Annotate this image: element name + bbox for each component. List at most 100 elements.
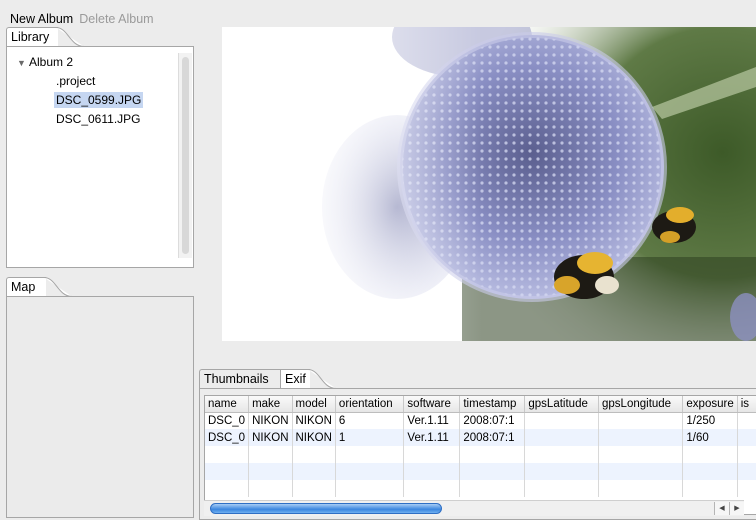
column-header[interactable]: name — [205, 396, 250, 413]
table-row[interactable]: DSC_0 NIKON NIKON 1 Ver.1.11 2008:07:1 1/60 — [205, 429, 756, 446]
horizontal-scrollbar[interactable]: ◀ ▶ — [204, 500, 744, 516]
table-cell — [682, 480, 738, 497]
table-cell — [737, 429, 756, 446]
delete-album-button[interactable]: Delete Album — [79, 12, 153, 26]
column-header[interactable]: gpsLatitude — [524, 396, 600, 413]
table-row[interactable] — [205, 463, 756, 480]
exif-table: name make model orientation software tim… — [205, 396, 756, 497]
column-header[interactable]: exposure — [682, 396, 738, 413]
photo-preview — [222, 27, 756, 341]
scroll-right-icon[interactable]: ▶ — [729, 502, 744, 515]
table-cell — [598, 412, 684, 429]
tree-item-album[interactable]: ▼ Album 2 — [7, 53, 177, 72]
table-cell — [682, 446, 738, 463]
table-cell: Ver.1.11 — [403, 412, 461, 429]
table-row[interactable] — [205, 480, 756, 497]
table-cell: NIKON — [248, 412, 293, 429]
table-cell — [403, 480, 461, 497]
library-tree: ▼ Album 2 .project DSC_0599.JPG DSC_0611.… — [7, 53, 177, 129]
exif-panel: name make model orientation software tim… — [199, 388, 756, 520]
tab-curve — [56, 27, 85, 47]
table-cell: Ver.1.11 — [403, 429, 461, 446]
table-cell — [403, 463, 461, 480]
scroll-left-icon[interactable]: ◀ — [714, 502, 729, 515]
table-header-row: name make model orientation software tim… — [205, 396, 756, 413]
table-cell — [335, 480, 405, 497]
table-cell — [524, 446, 600, 463]
tab-curve — [44, 277, 73, 297]
column-header[interactable]: gpsLongitude — [598, 396, 684, 413]
table-cell: 1/250 — [682, 412, 738, 429]
table-cell: 1/60 — [682, 429, 738, 446]
scrollbar-thumb[interactable] — [182, 57, 189, 254]
column-header[interactable]: is — [737, 396, 756, 413]
table-cell: DSC_0 — [205, 429, 250, 446]
library-vertical-scrollbar[interactable] — [178, 53, 192, 258]
disclosure-triangle-icon[interactable]: ▼ — [17, 54, 29, 73]
file-label: DSC_0599.JPG — [54, 92, 144, 108]
table-cell — [205, 463, 250, 480]
map-view[interactable] — [7, 297, 193, 517]
file-label: DSC_0611.JPG — [56, 112, 141, 126]
table-cell — [292, 446, 336, 463]
new-album-button[interactable]: New Album — [10, 12, 73, 26]
file-label: .project — [56, 74, 96, 88]
table-cell — [335, 463, 405, 480]
table-cell — [682, 463, 738, 480]
table-cell — [292, 480, 336, 497]
map-panel — [6, 296, 194, 518]
table-cell — [737, 446, 756, 463]
column-header[interactable]: timestamp — [459, 396, 526, 413]
table-cell — [598, 480, 684, 497]
table-cell — [598, 429, 684, 446]
table-cell — [292, 463, 336, 480]
column-header[interactable]: orientation — [335, 396, 405, 413]
column-header[interactable]: model — [292, 396, 336, 413]
scrollbar-thumb[interactable] — [210, 503, 442, 514]
table-cell: 2008:07:1 — [459, 429, 526, 446]
column-header[interactable]: software — [403, 396, 461, 413]
table-cell — [248, 446, 293, 463]
table-cell: NIKON — [292, 412, 336, 429]
table-row[interactable]: DSC_0 NIKON NIKON 6 Ver.1.11 2008:07:1 1/250 — [205, 412, 756, 429]
tab-curve — [308, 369, 337, 389]
table-cell: NIKON — [292, 429, 336, 446]
table-cell: 1 — [335, 429, 405, 446]
table-cell — [598, 463, 684, 480]
tab-map[interactable]: Map — [6, 277, 46, 297]
table-cell — [459, 480, 526, 497]
tab-library[interactable]: Library — [6, 27, 58, 47]
table-cell — [248, 480, 293, 497]
table-cell: 6 — [335, 412, 405, 429]
table-cell — [248, 463, 293, 480]
table-cell — [524, 480, 600, 497]
column-header[interactable]: make — [248, 396, 293, 413]
scroll-arrows: ◀ ▶ — [714, 502, 744, 515]
table-cell: NIKON — [248, 429, 293, 446]
table-cell — [524, 429, 600, 446]
table-cell — [524, 463, 600, 480]
table-cell — [459, 446, 526, 463]
table-cell: DSC_0 — [205, 412, 250, 429]
exif-table-container: name make model orientation software tim… — [204, 395, 756, 515]
tree-item-file-selected[interactable]: DSC_0599.JPG — [7, 91, 177, 110]
tab-exif[interactable]: Exif — [280, 369, 310, 389]
library-panel: ▼ Album 2 .project DSC_0599.JPG DSC_0611.… — [6, 46, 194, 268]
table-cell — [205, 446, 250, 463]
table-cell — [403, 446, 461, 463]
table-cell — [335, 446, 405, 463]
table-cell — [459, 463, 526, 480]
table-cell — [524, 412, 600, 429]
toolbar: New Album Delete Album — [10, 10, 154, 28]
tab-thumbnails[interactable]: Thumbnails — [199, 369, 281, 389]
table-cell — [598, 446, 684, 463]
table-cell: 2008:07:1 — [459, 412, 526, 429]
tree-item-file[interactable]: .project — [7, 72, 177, 91]
table-cell — [737, 463, 756, 480]
table-cell — [205, 480, 250, 497]
table-cell — [737, 412, 756, 429]
tree-item-file[interactable]: DSC_0611.JPG — [7, 110, 177, 129]
flower-photo — [222, 27, 756, 341]
table-row[interactable] — [205, 446, 756, 463]
table-cell — [737, 480, 756, 497]
